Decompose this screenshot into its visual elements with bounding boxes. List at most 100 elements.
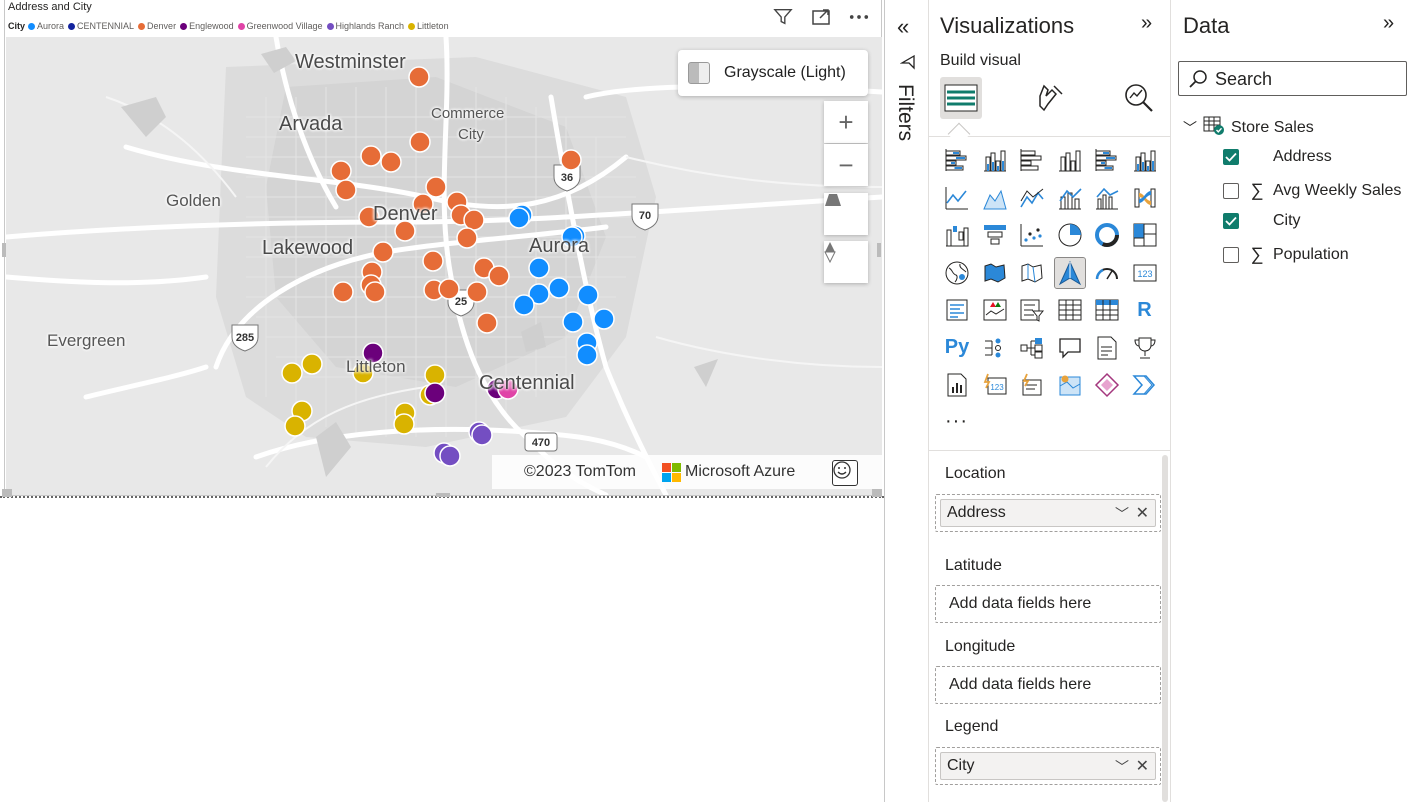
line-and-clustered-column-chart-icon[interactable] <box>1092 183 1122 213</box>
map-point-englewood[interactable] <box>424 382 446 404</box>
paginated-report-icon[interactable] <box>942 370 972 400</box>
map-point-aurora[interactable] <box>576 344 598 366</box>
map-point-highlands-ranch[interactable] <box>439 445 461 467</box>
compass-button[interactable] <box>824 241 868 283</box>
longitude-well[interactable]: Add data fields here <box>935 666 1161 704</box>
donut-chart-icon[interactable] <box>1092 220 1122 250</box>
clustered-bar-chart-icon[interactable] <box>1017 145 1047 175</box>
funnel-chart-icon[interactable] <box>980 220 1010 250</box>
focus-mode-icon[interactable] <box>811 7 831 27</box>
zoom-out-button[interactable]: − <box>824 144 868 186</box>
q-and-a-icon[interactable] <box>1055 333 1085 363</box>
collapse-visualizations-chevron-icon[interactable]: » <box>1141 12 1152 35</box>
map-point-aurora[interactable] <box>508 207 530 229</box>
location-well[interactable]: Address ﹀ ✕ <box>935 494 1161 532</box>
map-point-denver[interactable] <box>476 312 498 334</box>
expand-filters-chevron-icon[interactable]: « <box>897 14 909 40</box>
field-dropdown-chevron-icon[interactable]: ﹀ <box>1115 504 1129 524</box>
map-point-denver[interactable] <box>463 209 485 231</box>
chevron-down-icon[interactable]: ﹀ <box>1183 118 1197 138</box>
field-row-population[interactable]: ∑ Population <box>1223 244 1349 265</box>
analytics-tab[interactable] <box>1118 77 1160 119</box>
map-point-denver[interactable] <box>466 281 488 303</box>
map-point-denver[interactable] <box>335 179 357 201</box>
data-search-box[interactable] <box>1178 61 1407 96</box>
map-point-highlands-ranch[interactable] <box>471 424 493 446</box>
map-point-littleton[interactable] <box>393 413 415 435</box>
card-icon[interactable]: 123 <box>1130 258 1160 288</box>
slicer-icon[interactable] <box>1017 295 1047 325</box>
legend-item-aurora[interactable]: Aurora <box>28 21 64 31</box>
clustered-column-chart-icon[interactable] <box>1055 145 1085 175</box>
location-field-pill[interactable]: Address ﹀ ✕ <box>940 499 1156 527</box>
kpi-icon[interactable] <box>980 295 1010 325</box>
map-point-denver[interactable] <box>408 66 430 88</box>
map-point-aurora[interactable] <box>562 311 584 333</box>
azure-map-icon[interactable] <box>1053 256 1086 289</box>
field-checkbox-city[interactable] <box>1223 213 1239 229</box>
remove-field-icon[interactable]: ✕ <box>1136 756 1149 776</box>
map-point-littleton[interactable] <box>284 415 306 437</box>
more-visuals-button[interactable]: ··· <box>945 410 968 433</box>
100-stacked-bar-chart-icon[interactable] <box>1092 145 1122 175</box>
power-automate-chevron-icon[interactable] <box>1130 370 1160 400</box>
waterfall-chart-icon[interactable] <box>942 220 972 250</box>
format-visual-tab[interactable] <box>1029 77 1071 119</box>
search-input[interactable] <box>1215 66 1395 92</box>
map-point-denver[interactable] <box>364 281 386 303</box>
pie-chart-icon[interactable] <box>1055 220 1085 250</box>
key-influencers-icon[interactable] <box>980 333 1010 363</box>
table-icon[interactable] <box>1055 295 1085 325</box>
map-point-littleton[interactable] <box>424 364 446 386</box>
field-checkbox-avg-weekly-sales[interactable] <box>1223 182 1239 199</box>
arcgis-map-icon[interactable] <box>1055 370 1085 400</box>
resize-handle-bottom[interactable] <box>436 493 450 497</box>
map-visual[interactable]: Address and City City Aurora CENTENNIAL … <box>4 0 882 496</box>
map-point-littleton[interactable] <box>281 362 303 384</box>
r-script-visual-icon[interactable]: R <box>1130 295 1160 325</box>
area-chart-icon[interactable] <box>980 183 1010 213</box>
map-point-littleton[interactable] <box>301 353 323 375</box>
filters-label[interactable]: Filters <box>893 84 917 141</box>
ribbon-chart-icon[interactable] <box>1130 183 1160 213</box>
resize-handle-left[interactable] <box>2 243 6 257</box>
map-point-aurora[interactable] <box>548 277 570 299</box>
map-point-denver[interactable] <box>560 149 582 171</box>
map-icon[interactable] <box>942 258 972 288</box>
100-stacked-column-chart-icon[interactable] <box>1130 145 1160 175</box>
map-point-denver[interactable] <box>360 145 382 167</box>
filled-map-icon[interactable] <box>980 258 1010 288</box>
legend-item-denver[interactable]: Denver <box>138 21 176 31</box>
matrix-icon[interactable] <box>1092 295 1122 325</box>
map-point-denver[interactable] <box>372 241 394 263</box>
filter-icon[interactable] <box>773 7 793 27</box>
more-options-icon[interactable] <box>849 7 869 27</box>
legend-item-centennial[interactable]: CENTENNIAL <box>68 21 134 31</box>
latitude-well[interactable]: Add data fields here <box>935 585 1161 623</box>
legend-field-pill[interactable]: City ﹀ ✕ <box>940 752 1156 780</box>
power-apps-diamond-icon[interactable] <box>1092 370 1122 400</box>
feedback-smiley-button[interactable] <box>832 460 858 486</box>
shape-map-icon[interactable] <box>1017 258 1047 288</box>
line-and-stacked-column-chart-icon[interactable] <box>1055 183 1085 213</box>
remove-field-icon[interactable]: ✕ <box>1136 503 1149 523</box>
resize-handle-bottom-left[interactable] <box>2 489 12 497</box>
line-chart-icon[interactable] <box>942 183 972 213</box>
collapse-data-chevron-icon[interactable]: » <box>1383 12 1394 35</box>
map-point-aurora[interactable] <box>513 294 535 316</box>
stacked-column-chart-icon[interactable] <box>980 145 1010 175</box>
map-point-denver[interactable] <box>438 278 460 300</box>
map-area[interactable]: 36 70 25 285 470 Westminster Arvada Comm… <box>6 37 882 495</box>
map-point-denver[interactable] <box>409 131 431 153</box>
map-point-aurora[interactable] <box>577 284 599 306</box>
multi-row-card-icon[interactable] <box>942 295 972 325</box>
map-point-denver[interactable] <box>332 281 354 303</box>
build-visual-tab[interactable] <box>940 77 982 119</box>
legend-item-highlands-ranch[interactable]: Highlands Ranch <box>326 21 404 31</box>
field-row-city[interactable]: City <box>1223 212 1301 230</box>
stacked-bar-chart-icon[interactable] <box>942 145 972 175</box>
legend-item-greenwood-village[interactable]: Greenwood Village <box>237 21 323 31</box>
gauge-icon[interactable] <box>1092 258 1122 288</box>
map-point-aurora[interactable] <box>593 308 615 330</box>
map-point-denver[interactable] <box>380 151 402 173</box>
